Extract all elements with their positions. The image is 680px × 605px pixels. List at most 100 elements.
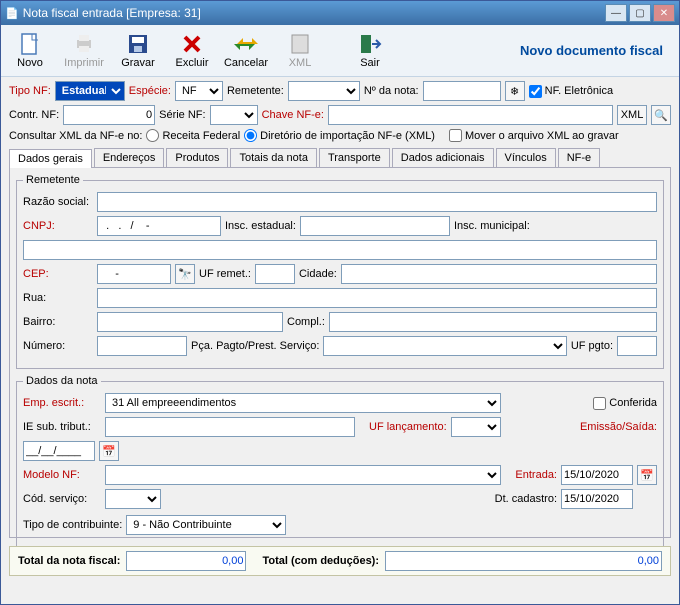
sair-label: Sair	[360, 57, 380, 69]
xml-small-button[interactable]: XML	[617, 105, 647, 125]
tab-nfe[interactable]: NF-e	[558, 148, 600, 167]
cnpj-input[interactable]	[97, 216, 221, 236]
new-icon	[18, 32, 42, 56]
exit-icon	[358, 32, 382, 56]
novo-label: Novo	[17, 57, 43, 69]
conferida-check[interactable]: Conferida	[593, 397, 657, 410]
excluir-button[interactable]: Excluir	[169, 32, 215, 69]
serie-nf-label: Série NF:	[159, 109, 205, 121]
uf-lanc-label: UF lançamento:	[369, 421, 447, 433]
remetente-legend: Remetente	[23, 174, 83, 186]
xml-button: XML	[277, 32, 323, 69]
tab-vinculos[interactable]: Vínculos	[496, 148, 556, 167]
tab-produtos[interactable]: Produtos	[166, 148, 228, 167]
entrada-label: Entrada:	[515, 469, 557, 481]
tab-transporte[interactable]: Transporte	[319, 148, 390, 167]
tab-enderecos[interactable]: Endereços	[94, 148, 165, 167]
cancelar-label: Cancelar	[224, 57, 268, 69]
excluir-label: Excluir	[175, 57, 208, 69]
cancelar-button[interactable]: Cancelar	[223, 32, 269, 69]
gravar-button[interactable]: Gravar	[115, 32, 161, 69]
pca-label: Pça. Pagto/Prest. Serviço:	[191, 340, 319, 352]
razao-label: Razão social:	[23, 196, 93, 208]
razao-input[interactable]	[97, 192, 657, 212]
emp-escrit-label: Emp. escrit.:	[23, 397, 101, 409]
dt-cad-label: Dt. cadastro:	[495, 493, 557, 505]
n-nota-input[interactable]	[423, 81, 501, 101]
emissao-label: Emissão/Saída:	[580, 421, 657, 433]
total-ded-value	[385, 551, 662, 571]
cep-label: CEP:	[23, 268, 93, 280]
remetente-fieldset: Remetente Razão social: CNPJ: Insc. esta…	[16, 174, 664, 369]
consultar-xml-label: Consultar XML da NF-e no:	[9, 130, 142, 142]
insc-mun-input[interactable]	[23, 240, 657, 260]
close-button[interactable]: ✕	[653, 4, 675, 22]
tab-totais[interactable]: Totais da nota	[230, 148, 317, 167]
especie-select[interactable]: NF	[175, 81, 223, 101]
receita-label: Receita Federal	[162, 130, 240, 142]
modelo-nf-select[interactable]	[105, 465, 501, 485]
numero-label: Número:	[23, 340, 93, 352]
bairro-input[interactable]	[97, 312, 283, 332]
totals-bar: Total da nota fiscal: Total (com deduçõe…	[9, 546, 671, 576]
tabstrip: Dados gerais Endereços Produtos Totais d…	[9, 148, 671, 168]
search-button[interactable]: 🔍	[651, 105, 671, 125]
minimize-button[interactable]: —	[605, 4, 627, 22]
receita-radio[interactable]: Receita Federal	[146, 129, 240, 142]
conferida-label: Conferida	[609, 397, 657, 409]
xml-label: XML	[289, 57, 312, 69]
uf-pgto-input[interactable]	[617, 336, 657, 356]
mover-xml-label: Mover o arquivo XML ao gravar	[465, 130, 619, 142]
chave-nfe-input[interactable]	[328, 105, 613, 125]
app-icon: 📄	[5, 7, 19, 20]
emp-escrit-select[interactable]: 31 All empreeendimentos	[105, 393, 501, 413]
uf-lanc-select[interactable]	[451, 417, 501, 437]
remetente-select[interactable]	[288, 81, 360, 101]
calendar-icon[interactable]: 📅	[99, 441, 119, 461]
insc-est-label: Insc. estadual:	[225, 220, 296, 232]
cod-servico-select[interactable]	[105, 489, 161, 509]
cep-input[interactable]	[97, 264, 171, 284]
tab-dados-adicionais[interactable]: Dados adicionais	[392, 148, 494, 167]
novo-documento-link[interactable]: Novo documento fiscal	[520, 43, 663, 58]
tipo-nf-select[interactable]: Estadual	[55, 81, 125, 101]
cidade-input[interactable]	[341, 264, 657, 284]
rua-input[interactable]	[97, 288, 657, 308]
bairro-label: Bairro:	[23, 316, 93, 328]
pca-select[interactable]	[323, 336, 566, 356]
sair-button[interactable]: Sair	[347, 32, 393, 69]
delete-icon	[180, 32, 204, 56]
especie-label: Espécie:	[129, 85, 171, 97]
serie-nf-select[interactable]	[210, 105, 258, 125]
tab-dados-gerais[interactable]: Dados gerais	[9, 149, 92, 168]
maximize-button[interactable]: ▢	[629, 4, 651, 22]
dados-nota-fieldset: Dados da nota Emp. escrit.: 31 All empre…	[16, 375, 664, 548]
insc-est-input[interactable]	[300, 216, 450, 236]
diretorio-radio[interactable]: Diretório de importação NF-e (XML)	[244, 129, 435, 142]
contr-nf-label: Contr. NF:	[9, 109, 59, 121]
calendar-icon-2[interactable]: 📅	[637, 465, 657, 485]
xml-icon	[288, 32, 312, 56]
contr-nf-input[interactable]	[63, 105, 155, 125]
compl-input[interactable]	[329, 312, 657, 332]
uf-remet-input[interactable]	[255, 264, 295, 284]
remetente-header-label: Remetente:	[227, 85, 284, 97]
emissao-input[interactable]	[23, 441, 95, 461]
modelo-nf-label: Modelo NF:	[23, 469, 101, 481]
toolbar: Novo Imprimir Gravar Excluir Cancelar XM…	[1, 25, 679, 77]
mover-xml-check[interactable]: Mover o arquivo XML ao gravar	[449, 129, 619, 142]
nf-eletronica-check[interactable]: NF. Eletrônica	[529, 85, 613, 98]
tipo-contrib-select[interactable]: 9 - Não Contribuinte	[126, 515, 286, 535]
total-nota-label: Total da nota fiscal:	[18, 555, 120, 567]
entrada-input[interactable]	[561, 465, 633, 485]
ie-sub-input[interactable]	[105, 417, 355, 437]
cidade-label: Cidade:	[299, 268, 337, 280]
tipo-contrib-label: Tipo de contribuinte:	[23, 519, 122, 531]
numero-input[interactable]	[97, 336, 187, 356]
rua-label: Rua:	[23, 292, 93, 304]
dt-cad-input[interactable]	[561, 489, 633, 509]
novo-button[interactable]: Novo	[7, 32, 53, 69]
n-nota-button[interactable]: ❄	[505, 81, 525, 101]
total-ded-label: Total (com deduções):	[262, 555, 379, 567]
cep-lookup-button[interactable]: 🔭	[175, 264, 195, 284]
